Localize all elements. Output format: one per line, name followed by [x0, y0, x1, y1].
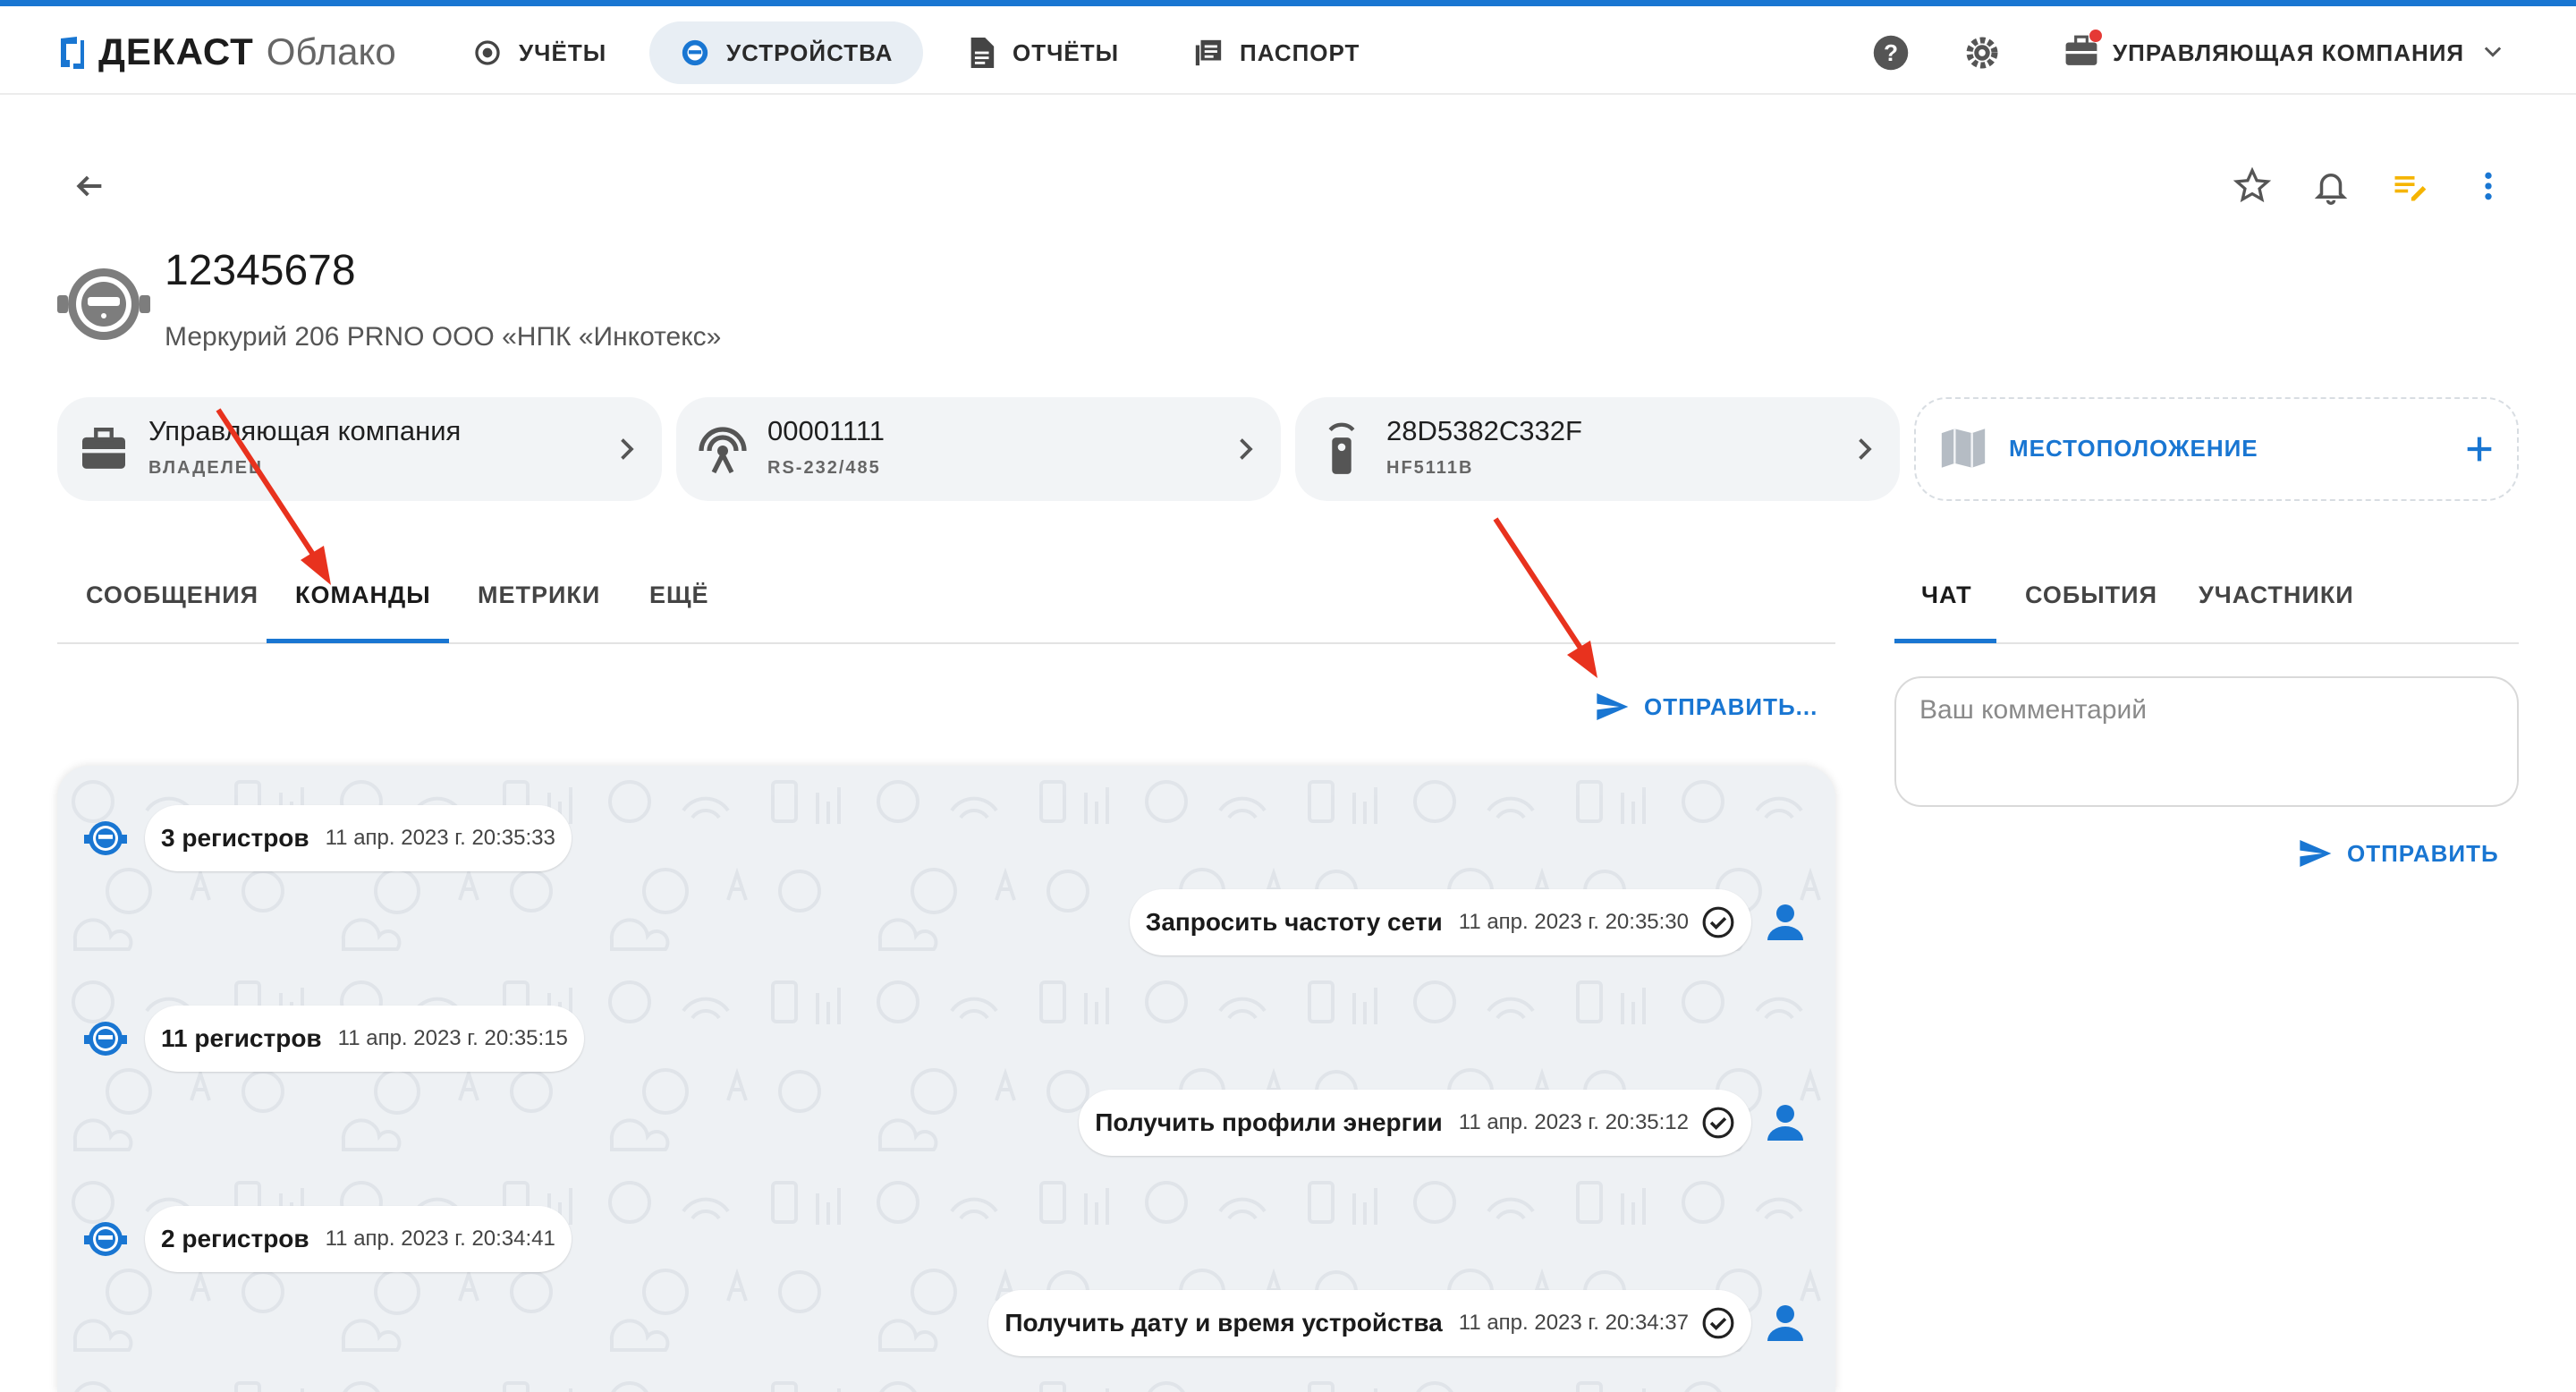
nav-item-label: ПАСПОРТ: [1240, 38, 1360, 66]
send-comment-label: ОТПРАВИТЬ: [2347, 839, 2499, 867]
add-icon[interactable]: [2462, 431, 2497, 471]
chevron-right-icon: [610, 433, 642, 465]
user-avatar-icon: [1764, 1302, 1807, 1345]
send-icon: [2297, 836, 2333, 871]
nav-item-accounts[interactable]: УЧЁТЫ: [454, 21, 624, 84]
briefcase-icon: [77, 422, 131, 476]
nav-item-passport[interactable]: ПАСПОРТ: [1175, 21, 1377, 84]
check-circle-icon: [1701, 905, 1735, 939]
company-label: УПРАВЛЯЮЩАЯ КОМПАНИЯ: [2113, 38, 2465, 66]
device-message-bubble[interactable]: 3 регистров 11 апр. 2023 г. 20:35:33: [145, 805, 572, 871]
message-text: Запросить частоту сети: [1145, 908, 1443, 936]
chevron-down-icon: [2480, 38, 2505, 68]
device-meter-icon: [55, 259, 152, 349]
remote-icon: [1315, 422, 1368, 476]
antenna-icon: [696, 422, 750, 476]
star-icon[interactable]: [2229, 163, 2275, 209]
side-tab-active-indicator: [1894, 639, 1996, 643]
check-circle-icon: [1701, 1106, 1735, 1140]
document-icon: [966, 38, 996, 68]
tab-active-indicator: [267, 639, 449, 643]
cog-circle-icon: [472, 38, 503, 68]
comment-input[interactable]: [1918, 694, 2494, 726]
page-subtitle: Меркурий 206 PRNO ООО «НПК «Инкотекс»: [165, 322, 722, 352]
location-label: МЕСТОПОЛОЖЕНИЕ: [2009, 435, 2258, 462]
page-title: 12345678: [165, 247, 356, 294]
send-command-button[interactable]: ОТПРАВИТЬ...: [1594, 689, 1818, 725]
logo-icon: [57, 31, 88, 72]
app-logo[interactable]: ДЕКАСТ Облако: [57, 30, 396, 74]
library-icon: [1193, 38, 1224, 68]
device-meter-icon: [84, 817, 127, 860]
user-command-bubble[interactable]: Получить профили энергии 11 апр. 2023 г. …: [1079, 1090, 1751, 1156]
tab-participants[interactable]: УЧАСТНИКИ: [2199, 581, 2354, 609]
nav-item-label: ОТЧЁТЫ: [1013, 38, 1120, 66]
svg-text:?: ?: [1884, 39, 1898, 66]
device-message-bubble[interactable]: 11 регистров 11 апр. 2023 г. 20:35:15: [145, 1006, 584, 1072]
user-command-bubble[interactable]: Получить дату и время устройства 11 апр. …: [988, 1290, 1751, 1356]
annotation-arrow-commands: [216, 408, 331, 585]
comment-field[interactable]: [1894, 676, 2519, 807]
edit-notes-icon[interactable]: [2386, 163, 2433, 209]
notification-dot: [2089, 30, 2102, 42]
help-icon[interactable]: ?: [1869, 31, 1912, 74]
company-selector[interactable]: УПРАВЛЯЮЩАЯ КОМПАНИЯ: [2064, 30, 2505, 74]
brand-sub: Облако: [266, 30, 396, 72]
send-icon: [1594, 689, 1630, 725]
more-vert-icon[interactable]: [2465, 163, 2512, 209]
nav-item-label: УЧЁТЫ: [519, 38, 607, 66]
card-title: 00001111: [767, 415, 886, 446]
card-title: 28D5382C332F: [1386, 415, 1582, 446]
back-arrow-icon[interactable]: [68, 165, 111, 208]
device-meter-icon: [84, 1218, 127, 1260]
message-time: 11 апр. 2023 г. 20:35:15: [337, 1026, 568, 1050]
app-header: ДЕКАСТ Облако УЧЁТЫ УСТРОЙСТВА ОТЧЁТЫ ПА…: [0, 6, 2576, 95]
nav-item-label: УСТРОЙСТВА: [726, 38, 894, 66]
message-time: 11 апр. 2023 г. 20:34:37: [1458, 1311, 1689, 1335]
tab-chat[interactable]: ЧАТ: [1921, 581, 1972, 609]
message-text: 2 регистров: [161, 1225, 309, 1252]
message-text: Получить дату и время устройства: [1004, 1309, 1443, 1337]
message-text: Получить профили энергии: [1095, 1108, 1443, 1136]
check-circle-icon: [1701, 1306, 1735, 1340]
channel-card[interactable]: 00001111 RS-232/485: [676, 397, 1281, 501]
modem-card[interactable]: 28D5382C332F HF5111B: [1295, 397, 1900, 501]
user-command-bubble[interactable]: Запросить частоту сети 11 апр. 2023 г. 20…: [1129, 889, 1751, 955]
map-icon: [1937, 422, 1989, 479]
briefcase-icon: [2064, 30, 2102, 71]
settings-gear-icon[interactable]: [1961, 31, 2004, 74]
tab-metrics[interactable]: МЕТРИКИ: [478, 581, 600, 609]
user-avatar-icon: [1764, 901, 1807, 944]
chevron-right-icon: [1848, 433, 1880, 465]
top-accent-line: [0, 0, 2576, 6]
meter-icon: [680, 38, 710, 68]
card-subtitle: HF5111B: [1386, 458, 1474, 478]
device-message-bubble[interactable]: 2 регистров 11 апр. 2023 г. 20:34:41: [145, 1206, 572, 1272]
device-meter-icon: [84, 1017, 127, 1060]
tab-more[interactable]: ЕЩЁ: [649, 581, 709, 609]
message-time: 11 апр. 2023 г. 20:35:33: [325, 826, 555, 850]
bell-icon[interactable]: [2308, 163, 2354, 209]
message-time: 11 апр. 2023 г. 20:34:41: [325, 1226, 555, 1251]
owner-card[interactable]: Управляющая компания ВЛАДЕЛЕЦ: [57, 397, 662, 501]
location-card[interactable]: МЕСТОПОЛОЖЕНИЕ: [1914, 397, 2519, 501]
message-text: 3 регистров: [161, 824, 309, 852]
user-avatar-icon: [1764, 1101, 1807, 1144]
send-comment-button[interactable]: ОТПРАВИТЬ: [2297, 836, 2499, 871]
send-command-label: ОТПРАВИТЬ...: [1644, 692, 1818, 720]
brand-name: ДЕКАСТ: [98, 30, 254, 72]
message-time: 11 апр. 2023 г. 20:35:30: [1458, 910, 1689, 934]
chevron-right-icon: [1229, 433, 1261, 465]
annotation-arrow-send: [1493, 517, 1597, 678]
nav-item-devices[interactable]: УСТРОЙСТВА: [649, 21, 924, 84]
nav-item-reports[interactable]: ОТЧЁТЫ: [948, 21, 1137, 84]
message-time: 11 апр. 2023 г. 20:35:12: [1458, 1110, 1689, 1134]
message-text: 11 регистров: [161, 1024, 322, 1052]
tab-events[interactable]: СОБЫТИЯ: [2025, 581, 2157, 609]
card-subtitle: RS-232/485: [767, 458, 881, 478]
